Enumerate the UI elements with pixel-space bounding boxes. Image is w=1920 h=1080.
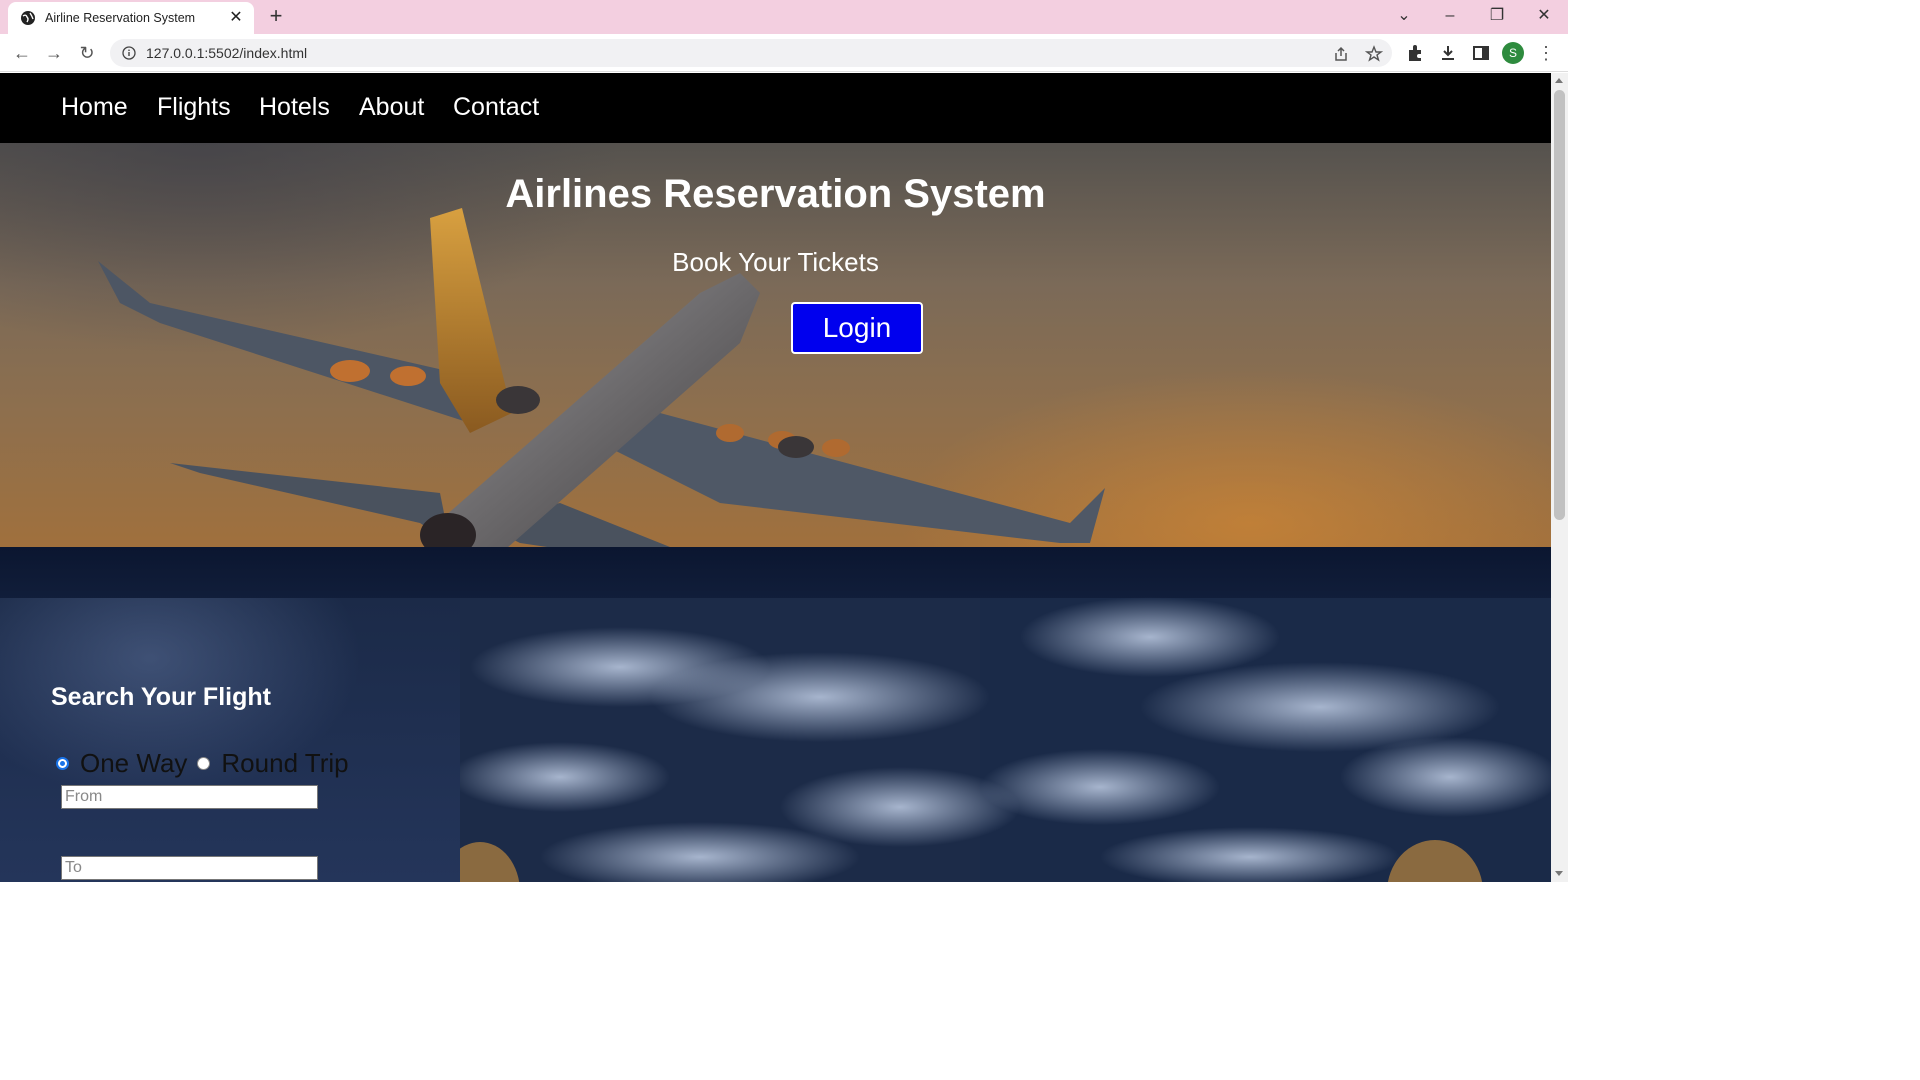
flight-search-panel: Search Your Flight One Way Round Trip	[0, 598, 460, 882]
site-info-icon[interactable]	[122, 46, 136, 60]
close-window-button[interactable]: ✕	[1530, 4, 1558, 28]
login-button[interactable]: Login	[791, 302, 923, 354]
profile-avatar[interactable]: S	[1502, 42, 1524, 64]
hero-title: Airlines Reservation System	[505, 172, 1046, 216]
round-trip-label: Round Trip	[221, 748, 349, 778]
site-navbar: Home Flights Hotels About Contact	[0, 73, 1551, 143]
search-section: Search Your Flight One Way Round Trip	[0, 547, 1551, 882]
new-tab-button[interactable]: +	[264, 5, 288, 29]
to-input[interactable]	[61, 856, 318, 880]
side-panel-icon[interactable]	[1471, 43, 1491, 63]
round-trip-radio[interactable]	[197, 757, 211, 770]
bookmark-star-icon[interactable]	[1365, 45, 1383, 63]
browser-tab[interactable]: Airline Reservation System ✕	[8, 2, 254, 34]
address-bar[interactable]: 127.0.0.1:5502/index.html	[110, 39, 1392, 67]
forward-button[interactable]: →	[42, 41, 66, 65]
browser-toolbar: ← → ↻ 127.0.0.1:5502/index.html S ⋮	[0, 34, 1568, 72]
extensions-icon[interactable]	[1405, 43, 1425, 63]
tab-title: Airline Reservation System	[45, 11, 196, 25]
page-scrollbar[interactable]	[1551, 73, 1568, 882]
nav-link-hotels[interactable]: Hotels	[259, 93, 330, 122]
from-input[interactable]	[61, 785, 318, 809]
page-viewport: Home Flights Hotels About Contact Airlin…	[0, 73, 1551, 882]
search-title: Search Your Flight	[51, 683, 271, 711]
trip-type-group: One Way Round Trip	[56, 748, 359, 779]
globe-icon	[21, 11, 35, 25]
tab-search-icon[interactable]: ⌄	[1390, 4, 1418, 28]
nav-link-contact[interactable]: Contact	[453, 93, 539, 122]
hero-section: Airlines Reservation System Book Your Ti…	[0, 143, 1551, 547]
back-button[interactable]: ←	[10, 41, 34, 65]
one-way-radio[interactable]	[56, 757, 69, 770]
close-tab-icon[interactable]: ✕	[228, 10, 244, 26]
scroll-down-arrow-icon[interactable]	[1555, 871, 1563, 876]
restore-button[interactable]: ❐	[1483, 4, 1511, 28]
one-way-label: One Way	[80, 748, 188, 778]
nav-link-flights[interactable]: Flights	[157, 93, 231, 122]
nav-link-about[interactable]: About	[359, 93, 424, 122]
reload-button[interactable]: ↻	[75, 41, 99, 65]
browser-menu-icon[interactable]: ⋮	[1534, 41, 1558, 65]
browser-tab-strip: Airline Reservation System ✕ + ⌄ – ❐ ✕	[0, 0, 1568, 34]
nav-link-home[interactable]: Home	[61, 93, 128, 122]
scroll-thumb[interactable]	[1554, 90, 1565, 520]
url-text: 127.0.0.1:5502/index.html	[146, 45, 308, 61]
share-icon[interactable]	[1332, 45, 1350, 63]
scroll-up-arrow-icon[interactable]	[1555, 78, 1563, 83]
hero-subtitle: Book Your Tickets	[672, 247, 879, 277]
minimize-button[interactable]: –	[1436, 4, 1464, 28]
download-icon[interactable]	[1438, 43, 1458, 63]
